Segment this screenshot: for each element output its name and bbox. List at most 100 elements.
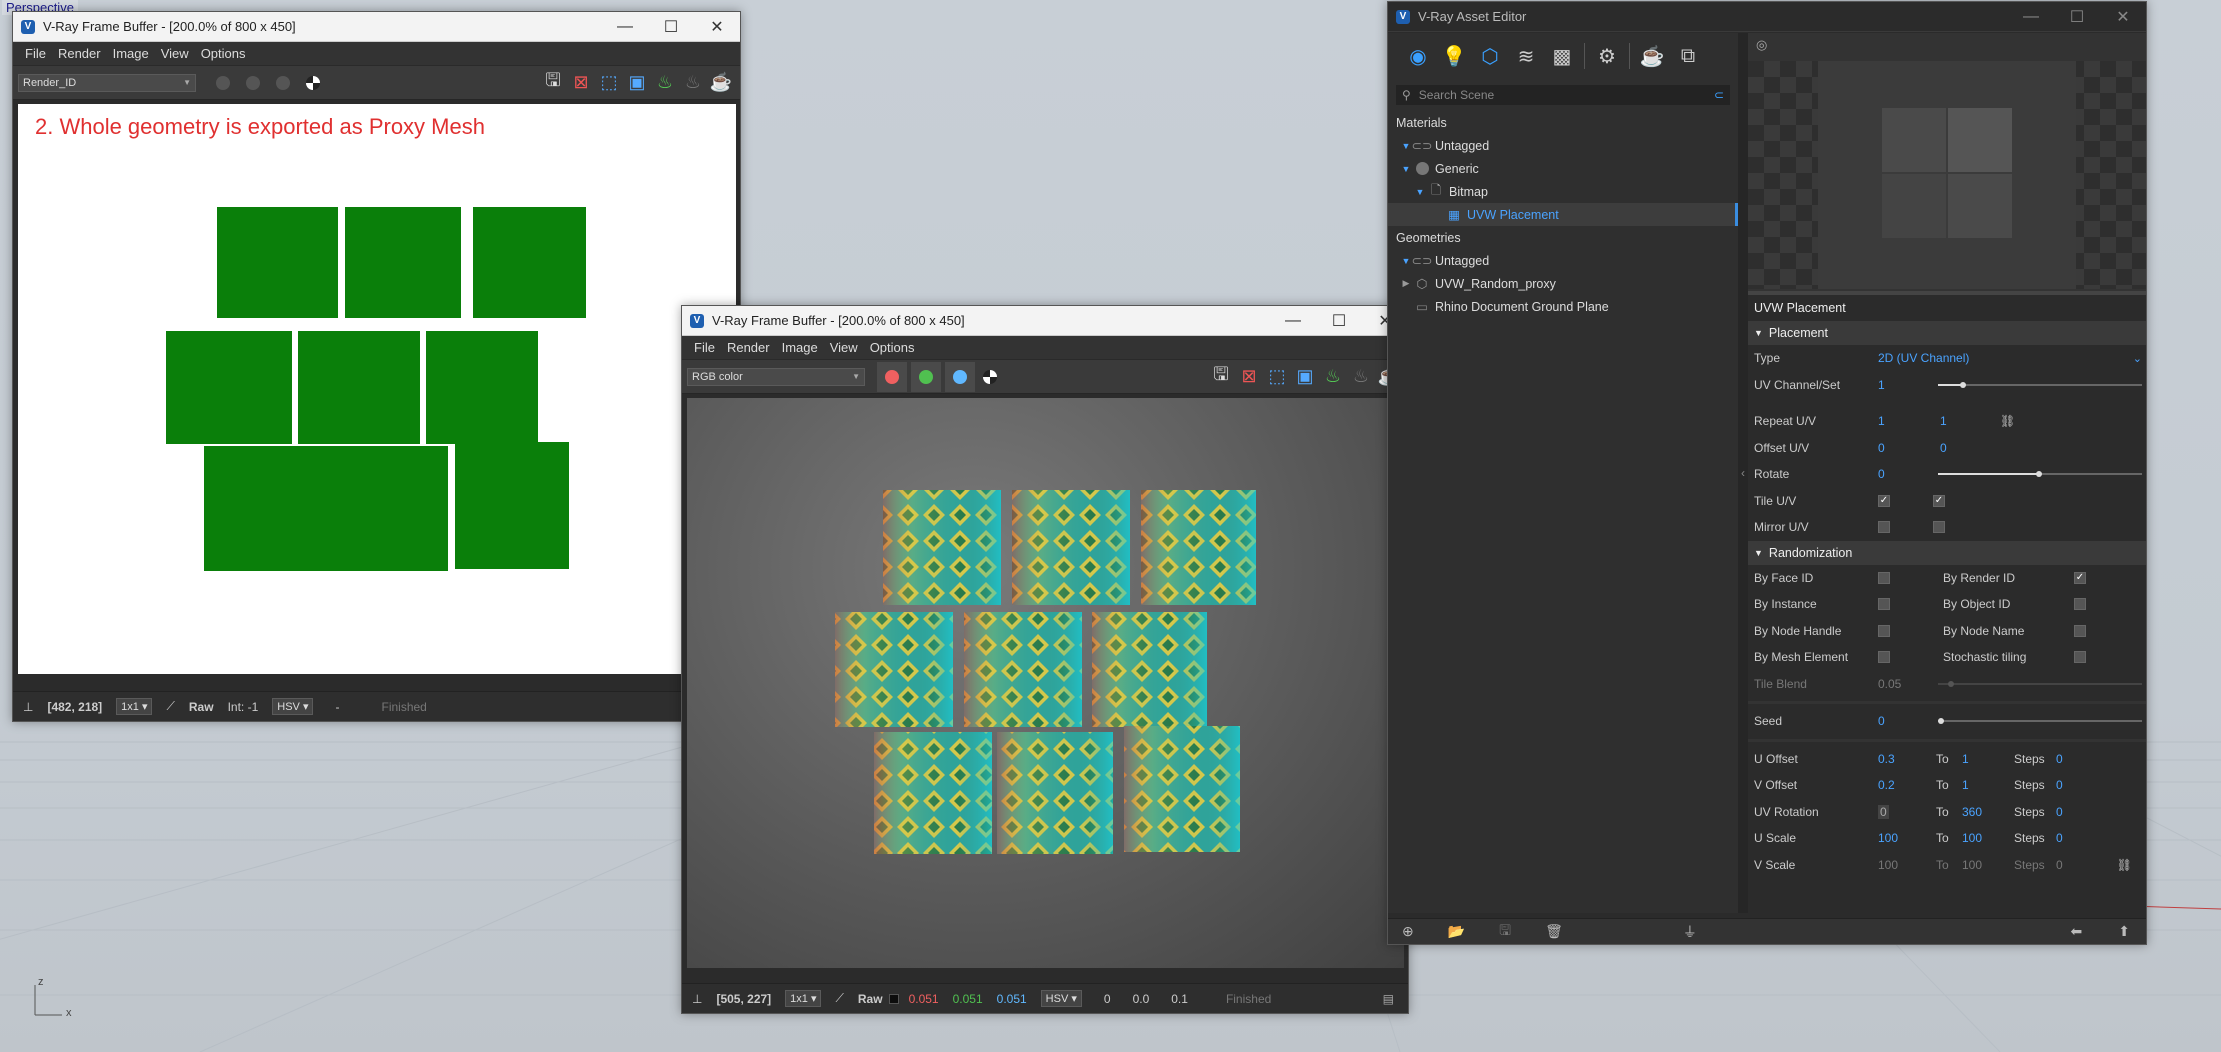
- menu-file[interactable]: File: [688, 340, 721, 355]
- u-offset-from-input[interactable]: 0.3: [1878, 752, 1895, 766]
- u-scale-from-input[interactable]: 100: [1878, 831, 1898, 845]
- track-mouse-icon[interactable]: ▣: [1291, 363, 1319, 391]
- clear-image-icon[interactable]: ⊠: [567, 69, 595, 97]
- v-scale-to-input[interactable]: 100: [1962, 858, 1982, 872]
- vfb2-titlebar[interactable]: V V-Ray Frame Buffer - [200.0% of 800 x …: [682, 306, 1408, 336]
- uv-channel-input[interactable]: 1: [1878, 378, 1885, 392]
- seed-slider[interactable]: [1938, 720, 2142, 723]
- u-offset-to-input[interactable]: 1: [1962, 752, 1969, 766]
- by-instance-checkbox[interactable]: [1878, 598, 1890, 611]
- materials-icon[interactable]: ◉: [1400, 38, 1436, 74]
- pin-icon[interactable]: ⊥: [23, 700, 33, 714]
- tree-item-bitmap[interactable]: ▼ 🗋 Bitmap: [1388, 180, 1738, 203]
- v-scale-from-input[interactable]: 100: [1878, 858, 1898, 872]
- link-icon[interactable]: ⛓: [2117, 858, 2132, 872]
- mirror-v-checkbox[interactable]: [1933, 521, 1945, 534]
- render-teapot-icon[interactable]: ☕: [1634, 38, 1670, 74]
- u-scale-steps-input[interactable]: 0: [2056, 831, 2063, 845]
- u-scale-to-input[interactable]: 100: [1962, 831, 1982, 845]
- mono-channel-button[interactable]: [298, 68, 328, 98]
- interactive-render-icon[interactable]: ♨: [651, 69, 679, 97]
- save-icon[interactable]: 🖫: [1207, 363, 1235, 391]
- tile-blend-input[interactable]: 0.05: [1878, 677, 1901, 691]
- menu-file[interactable]: File: [19, 46, 52, 61]
- by-mesh-element-checkbox[interactable]: [1878, 651, 1890, 664]
- chevron-down-icon[interactable]: ⌄: [2133, 352, 2142, 365]
- blue-channel-button[interactable]: [945, 361, 975, 392]
- green-channel-button[interactable]: [238, 68, 268, 98]
- upload-icon[interactable]: ⬆: [2118, 923, 2130, 940]
- green-channel-button[interactable]: [911, 361, 941, 392]
- stochastic-tiling-checkbox[interactable]: [2074, 651, 2086, 664]
- region-render-icon[interactable]: ⬚: [595, 69, 623, 97]
- maximize-button[interactable]: ☐: [648, 12, 694, 42]
- repeat-u-input[interactable]: 1: [1878, 414, 1885, 428]
- stop-render-icon[interactable]: ♨: [1347, 363, 1375, 391]
- by-face-id-checkbox[interactable]: [1878, 571, 1890, 584]
- seed-slider-knob[interactable]: [1938, 718, 1944, 725]
- repeat-v-input[interactable]: 1: [1940, 414, 1947, 428]
- uv-rotation-to-input[interactable]: 360: [1962, 805, 1982, 819]
- lights-icon[interactable]: 💡: [1436, 38, 1472, 74]
- add-asset-icon[interactable]: ⊕: [1402, 923, 1414, 940]
- red-channel-button[interactable]: [877, 361, 907, 392]
- maximize-button[interactable]: ☐: [1316, 306, 1362, 336]
- tree-item-geo-untagged[interactable]: ▼ ⊂⊃ Untagged: [1388, 249, 1738, 272]
- caret-down-icon[interactable]: ▼: [1400, 164, 1412, 174]
- v-offset-to-input[interactable]: 1: [1962, 778, 1969, 792]
- menu-options[interactable]: Options: [864, 340, 921, 355]
- mono-channel-button[interactable]: [975, 362, 1005, 392]
- import-icon[interactable]: ⬅: [2071, 923, 2083, 940]
- layers-icon[interactable]: ≋: [1508, 38, 1544, 74]
- blue-channel-button[interactable]: [268, 68, 298, 98]
- minimize-button[interactable]: —: [2008, 2, 2054, 32]
- open-folder-icon[interactable]: 📂: [1448, 923, 1465, 940]
- menu-view[interactable]: View: [824, 340, 864, 355]
- offset-u-input[interactable]: 0: [1878, 441, 1885, 455]
- vfb-window-icon[interactable]: ⧉: [1670, 38, 1706, 74]
- tree-item-mat-untagged[interactable]: ▼ ⊂⊃ Untagged: [1388, 134, 1738, 157]
- link-icon[interactable]: ⛓: [2000, 414, 2015, 428]
- color-picker-icon[interactable]: ⟋: [166, 699, 174, 714]
- vfb2-render-area[interactable]: [687, 398, 1404, 968]
- uv-channel-slider-knob[interactable]: [1960, 381, 1966, 388]
- vfb1-render-area[interactable]: 2. Whole geometry is exported as Proxy M…: [18, 104, 736, 674]
- history-panel-icon[interactable]: ▤: [1383, 992, 1394, 1006]
- by-node-handle-checkbox[interactable]: [1878, 624, 1890, 637]
- by-object-id-checkbox[interactable]: [2074, 598, 2086, 611]
- channel-select[interactable]: Render_ID ▼: [18, 73, 196, 92]
- region-render-icon[interactable]: ⬚: [1263, 363, 1291, 391]
- menu-image[interactable]: Image: [776, 340, 824, 355]
- collapse-panel-handle[interactable]: ‹: [1738, 33, 1748, 913]
- save-asset-icon[interactable]: 🖫: [1499, 920, 1511, 944]
- delete-icon[interactable]: 🗑: [1545, 923, 1563, 940]
- randomization-section-header[interactable]: ▼ Randomization: [1748, 540, 2146, 565]
- asset-editor-titlebar[interactable]: V V-Ray Asset Editor — ☐ ✕: [1388, 2, 2146, 32]
- preview-eye-icon[interactable]: ◎: [1756, 37, 1767, 53]
- tree-item-generic[interactable]: ▼ Generic: [1388, 157, 1738, 180]
- menu-render[interactable]: Render: [721, 340, 776, 355]
- minimize-button[interactable]: —: [602, 12, 648, 42]
- v-offset-from-input[interactable]: 0.2: [1878, 778, 1895, 792]
- uv-rotation-steps-input[interactable]: 0: [2056, 805, 2063, 819]
- uv-channel-slider[interactable]: [1938, 383, 2142, 386]
- caret-down-icon[interactable]: ▼: [1400, 256, 1412, 266]
- render-teapot-icon[interactable]: ☕: [707, 69, 735, 97]
- menu-image[interactable]: Image: [107, 46, 155, 61]
- rotate-slider-knob[interactable]: [2036, 471, 2042, 478]
- minimize-button[interactable]: —: [1270, 306, 1316, 336]
- color-picker-icon[interactable]: ⟋: [835, 991, 843, 1006]
- close-button[interactable]: ✕: [2100, 2, 2146, 32]
- geometry-icon[interactable]: ⬡: [1472, 38, 1508, 74]
- tree-item-ground-plane[interactable]: ▭ Rhino Document Ground Plane: [1388, 295, 1738, 318]
- caret-down-icon[interactable]: ▼: [1400, 141, 1412, 151]
- zoom-select[interactable]: 1x1 ▾: [785, 990, 822, 1007]
- tile-blend-slider-knob[interactable]: [1948, 680, 1954, 687]
- filter-icon[interactable]: ⊂: [1714, 88, 1724, 102]
- settings-icon[interactable]: ⚙: [1589, 38, 1625, 74]
- by-node-name-checkbox[interactable]: [2074, 624, 2086, 637]
- rotate-input[interactable]: 0: [1878, 467, 1885, 481]
- uv-rotation-from-input[interactable]: 0: [1878, 804, 1889, 819]
- channel-select[interactable]: RGB color ▼: [687, 367, 865, 386]
- type-dropdown[interactable]: 2D (UV Channel): [1878, 351, 1969, 365]
